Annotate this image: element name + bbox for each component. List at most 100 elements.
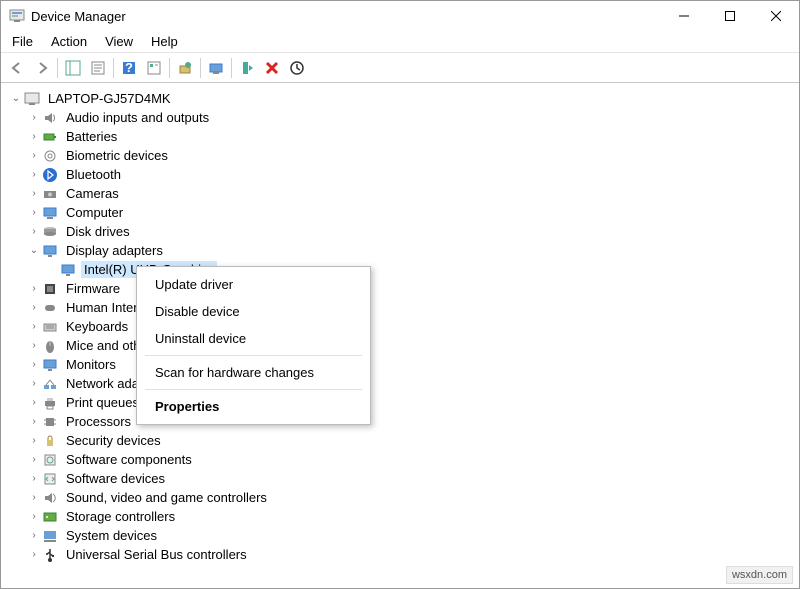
tree-item-bluetooth[interactable]: › Bluetooth xyxy=(9,165,799,184)
tree-item-audio[interactable]: › Audio inputs and outputs xyxy=(9,108,799,127)
expand-icon[interactable]: › xyxy=(27,510,41,524)
expand-icon[interactable]: › xyxy=(27,358,41,372)
tree-item-label[interactable]: Sound, video and game controllers xyxy=(63,489,270,506)
tree-item-processor[interactable]: › Processors xyxy=(9,412,799,431)
expand-icon[interactable]: › xyxy=(27,377,41,391)
tree-item-label[interactable]: Keyboards xyxy=(63,318,131,335)
tree-item-label[interactable]: System devices xyxy=(63,527,160,544)
tree-item-monitor[interactable]: › Monitors xyxy=(9,355,799,374)
tree-item-label[interactable]: Mice and oth xyxy=(63,337,143,354)
tree-item-system[interactable]: › System devices xyxy=(9,526,799,545)
enable-device-button[interactable] xyxy=(235,56,259,80)
expand-icon[interactable]: › xyxy=(27,168,41,182)
expand-icon[interactable]: › xyxy=(27,415,41,429)
expand-icon[interactable]: › xyxy=(27,339,41,353)
tree-child-selected[interactable]: Intel(R) UHD Graphics xyxy=(9,260,799,279)
menu-help[interactable]: Help xyxy=(142,32,187,51)
tree-item-storage[interactable]: › Storage controllers xyxy=(9,507,799,526)
tree-item-label[interactable]: Biometric devices xyxy=(63,147,171,164)
expand-icon[interactable]: › xyxy=(27,225,41,239)
tree-item-softcomp[interactable]: › Software components xyxy=(9,450,799,469)
tree-item-label[interactable]: Storage controllers xyxy=(63,508,178,525)
expand-icon[interactable]: › xyxy=(27,187,41,201)
action-menu-button[interactable] xyxy=(142,56,166,80)
tree-item-label[interactable]: Disk drives xyxy=(63,223,133,240)
expand-icon[interactable]: › xyxy=(27,453,41,467)
disable-device-button[interactable] xyxy=(285,56,309,80)
expand-icon[interactable]: › xyxy=(27,529,41,543)
tree-item-network[interactable]: › Network ada xyxy=(9,374,799,393)
help-button[interactable]: ? xyxy=(117,56,141,80)
tree-item-biometric[interactable]: › Biometric devices xyxy=(9,146,799,165)
tree-item-label[interactable]: Processors xyxy=(63,413,134,430)
tree-item-label[interactable]: Display adapters xyxy=(63,242,166,259)
tree-item-sound[interactable]: › Sound, video and game controllers xyxy=(9,488,799,507)
ctx-scan-hardware[interactable]: Scan for hardware changes xyxy=(137,359,370,386)
expand-icon[interactable]: › xyxy=(27,472,41,486)
scan-hardware-button[interactable] xyxy=(204,56,228,80)
back-button[interactable] xyxy=(5,56,29,80)
menu-action[interactable]: Action xyxy=(42,32,96,51)
ctx-disable-device[interactable]: Disable device xyxy=(137,298,370,325)
keyboard-icon xyxy=(41,319,59,335)
expand-icon[interactable]: › xyxy=(27,396,41,410)
tree-item-firmware[interactable]: › Firmware xyxy=(9,279,799,298)
expand-icon[interactable]: › xyxy=(27,282,41,296)
expand-icon[interactable]: › xyxy=(27,130,41,144)
tree-item-label[interactable]: Security devices xyxy=(63,432,164,449)
tree-item-display[interactable]: ⌄ Display adapters xyxy=(9,241,799,260)
tree-item-usb[interactable]: › Universal Serial Bus controllers xyxy=(9,545,799,564)
tree-item-label[interactable]: Network ada xyxy=(63,375,142,392)
expand-icon[interactable]: › xyxy=(27,434,41,448)
tree-item-label[interactable]: Audio inputs and outputs xyxy=(63,109,212,126)
properties-button[interactable] xyxy=(86,56,110,80)
tree-item-label[interactable]: Human Inter xyxy=(63,299,141,316)
tree-item-label[interactable]: Software devices xyxy=(63,470,168,487)
collapse-icon[interactable]: ⌄ xyxy=(27,244,41,258)
collapse-icon[interactable]: ⌄ xyxy=(9,92,23,106)
tree-item-label[interactable]: Universal Serial Bus controllers xyxy=(63,546,250,563)
expand-icon[interactable]: › xyxy=(27,206,41,220)
tree-item-softdev[interactable]: › Software devices xyxy=(9,469,799,488)
menu-file[interactable]: File xyxy=(3,32,42,51)
tree-item-label[interactable]: Software components xyxy=(63,451,195,468)
monitor-icon xyxy=(41,357,59,373)
expand-icon[interactable]: › xyxy=(27,548,41,562)
ctx-uninstall-device[interactable]: Uninstall device xyxy=(137,325,370,352)
expand-icon[interactable]: › xyxy=(27,301,41,315)
mouse-icon xyxy=(41,338,59,354)
tree-item-camera[interactable]: › Cameras xyxy=(9,184,799,203)
tree-item-label[interactable]: Print queues xyxy=(63,394,142,411)
update-driver-button[interactable] xyxy=(173,56,197,80)
menu-view[interactable]: View xyxy=(96,32,142,51)
tree-item-computer[interactable]: › Computer xyxy=(9,203,799,222)
ctx-properties[interactable]: Properties xyxy=(137,393,370,420)
expand-icon[interactable]: › xyxy=(27,111,41,125)
expand-icon[interactable]: › xyxy=(27,149,41,163)
expand-icon[interactable]: › xyxy=(27,320,41,334)
tree-item-label[interactable]: Bluetooth xyxy=(63,166,124,183)
tree-item-mouse[interactable]: › Mice and oth xyxy=(9,336,799,355)
tree-item-label[interactable]: Firmware xyxy=(63,280,123,297)
ctx-update-driver[interactable]: Update driver xyxy=(137,271,370,298)
tree-item-label[interactable]: Cameras xyxy=(63,185,122,202)
root-node-label[interactable]: LAPTOP-GJ57D4MK xyxy=(45,90,174,107)
tree-item-disk[interactable]: › Disk drives xyxy=(9,222,799,241)
tree-item-label[interactable]: Batteries xyxy=(63,128,120,145)
tree-item-printer[interactable]: › Print queues xyxy=(9,393,799,412)
device-tree[interactable]: ⌄ LAPTOP-GJ57D4MK › Audio inputs and outp… xyxy=(1,83,799,588)
computer-icon xyxy=(41,205,59,221)
show-hide-tree-button[interactable] xyxy=(61,56,85,80)
tree-item-keyboard[interactable]: › Keyboards xyxy=(9,317,799,336)
forward-button[interactable] xyxy=(30,56,54,80)
expand-icon[interactable]: › xyxy=(27,491,41,505)
maximize-button[interactable] xyxy=(707,1,753,31)
tree-item-hid[interactable]: › Human Inter xyxy=(9,298,799,317)
close-button[interactable] xyxy=(753,1,799,31)
tree-item-label[interactable]: Computer xyxy=(63,204,126,221)
tree-item-security[interactable]: › Security devices xyxy=(9,431,799,450)
tree-item-battery[interactable]: › Batteries xyxy=(9,127,799,146)
tree-item-label[interactable]: Monitors xyxy=(63,356,119,373)
uninstall-device-button[interactable] xyxy=(260,56,284,80)
minimize-button[interactable] xyxy=(661,1,707,31)
